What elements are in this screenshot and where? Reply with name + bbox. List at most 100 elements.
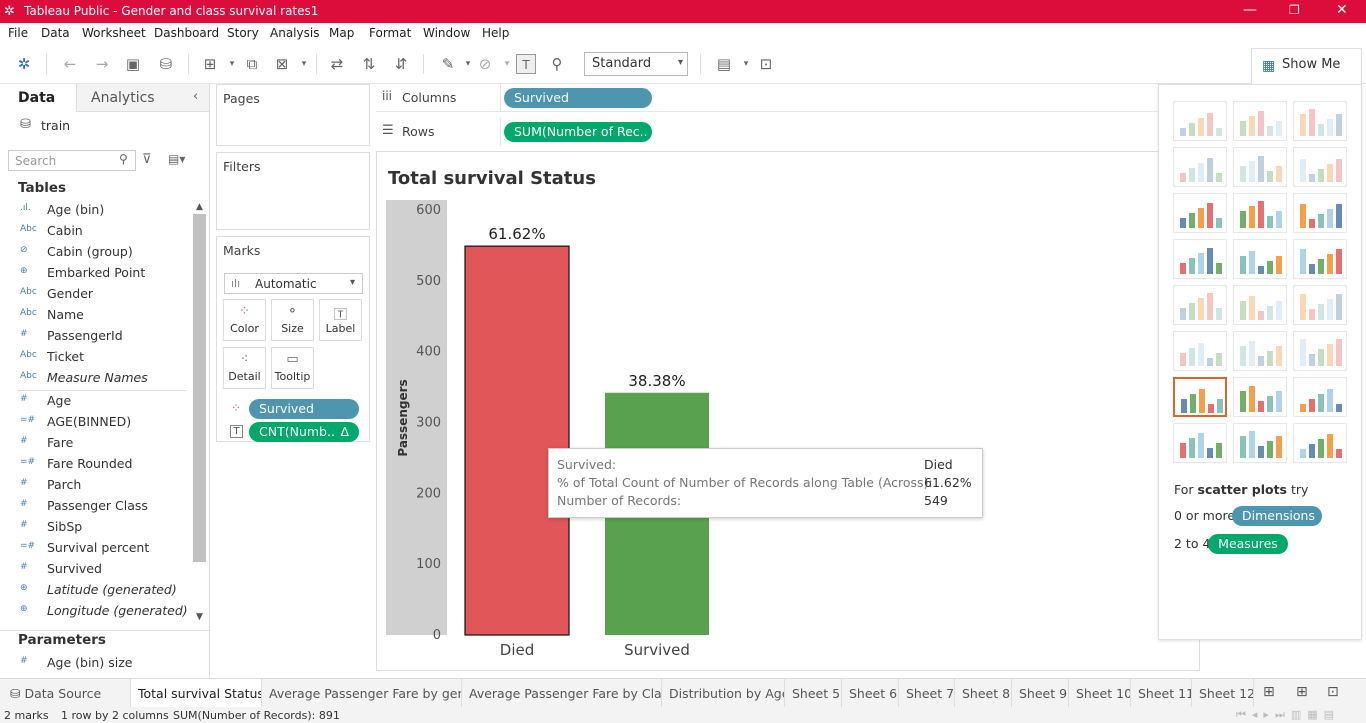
tooltip-button[interactable]: ▭ Tooltip bbox=[271, 347, 314, 389]
sheet-tab[interactable]: Sheet 6 bbox=[842, 679, 899, 708]
columns-pill[interactable]: Survived bbox=[504, 88, 652, 108]
size-button[interactable]: ⚬ Size bbox=[271, 299, 314, 341]
field-item[interactable]: Abc Ticket bbox=[0, 348, 190, 368]
field-item[interactable]: Abc Name bbox=[0, 306, 190, 326]
discrete-lines-icon[interactable] bbox=[1233, 285, 1287, 325]
new-datasource-icon[interactable]: ⛁ bbox=[156, 54, 176, 74]
new-story-icon[interactable]: ⊡ bbox=[1327, 684, 1339, 700]
field-item[interactable]: =# Fare Rounded bbox=[0, 455, 190, 475]
marks-pill-survived[interactable]: Survived bbox=[249, 399, 359, 419]
field-item[interactable]: # Parch bbox=[0, 476, 190, 496]
scroll-down-icon[interactable]: ▼ bbox=[196, 612, 203, 622]
sheet-tab[interactable]: Sheet 9 bbox=[1012, 679, 1069, 708]
menu-file[interactable]: File bbox=[8, 26, 28, 40]
mark-type-select[interactable]: ılı Automatic ▾ bbox=[224, 273, 363, 294]
swap-rows-columns-icon[interactable]: ⇄ bbox=[327, 54, 347, 74]
pie-chart-icon[interactable] bbox=[1293, 147, 1347, 187]
color-button[interactable]: ⁘ Color bbox=[223, 299, 266, 341]
field-item[interactable]: Abc Cabin bbox=[0, 222, 190, 242]
menu-worksheet[interactable]: Worksheet bbox=[82, 26, 146, 40]
dual-lines-icon[interactable] bbox=[1293, 285, 1347, 325]
menu-data[interactable]: Data bbox=[41, 26, 70, 40]
discrete-area-icon[interactable] bbox=[1233, 331, 1287, 371]
menu-format[interactable]: Format bbox=[369, 26, 411, 40]
sheet-tab[interactable]: Distribution by Age bbox=[662, 679, 785, 708]
field-item[interactable]: ⊕ Embarked Point bbox=[0, 264, 190, 284]
field-item[interactable]: Abc Measure Names bbox=[0, 369, 190, 389]
continuous-lines-icon[interactable] bbox=[1173, 285, 1227, 325]
side-by-side-bars-icon[interactable] bbox=[1293, 193, 1347, 233]
field-item[interactable]: # Age bbox=[0, 392, 190, 412]
presentation-mode-icon[interactable]: ⊡ bbox=[756, 54, 776, 74]
save-icon[interactable]: ▣ bbox=[123, 54, 143, 74]
chevron-down-icon[interactable]: ▾ bbox=[222, 54, 242, 74]
highlight-table-icon[interactable] bbox=[1293, 101, 1347, 141]
sheet-tab[interactable]: Total survival Status bbox=[131, 679, 262, 708]
horizontal-bars-icon[interactable] bbox=[1173, 193, 1227, 233]
menu-dashboard[interactable]: Dashboard bbox=[154, 26, 219, 40]
minimize-icon[interactable]: — bbox=[1243, 2, 1257, 18]
sheet-tab[interactable]: Sheet 5 bbox=[785, 679, 842, 708]
tab-analytics[interactable]: Analytics ‹ bbox=[76, 84, 209, 112]
menu-window[interactable]: Window bbox=[423, 26, 470, 40]
collapse-icon[interactable]: ‹ bbox=[193, 89, 198, 104]
chevron-down-icon[interactable]: ▾ bbox=[736, 54, 756, 74]
chevron-down-icon[interactable]: ▾ bbox=[294, 54, 314, 74]
rows-pill[interactable]: SUM(Number of Rec.. bbox=[504, 122, 652, 142]
filter-icon[interactable]: ⊽ bbox=[142, 152, 152, 167]
stacked-bars-icon[interactable] bbox=[1233, 193, 1287, 233]
treemap-icon[interactable] bbox=[1173, 239, 1227, 279]
show-me-button[interactable]: ▦ Show Me bbox=[1251, 48, 1362, 86]
new-dashboard-icon[interactable]: ⊞ bbox=[1296, 684, 1308, 700]
sheet-nav-icon[interactable]: ⏮◂▸⏭▥▦▤ bbox=[1236, 708, 1340, 722]
box-and-whisker-icon[interactable] bbox=[1293, 377, 1347, 417]
side-by-side-circles-icon[interactable] bbox=[1293, 239, 1347, 279]
field-item[interactable]: =# Survival percent bbox=[0, 539, 190, 559]
continuous-area-icon[interactable] bbox=[1173, 331, 1227, 371]
menu-analysis[interactable]: Analysis bbox=[270, 26, 319, 40]
field-item[interactable]: Abc Gender bbox=[0, 285, 190, 305]
packed-bubbles-icon[interactable] bbox=[1293, 423, 1347, 463]
field-item[interactable]: # Fare bbox=[0, 434, 190, 454]
histogram-icon[interactable] bbox=[1233, 377, 1287, 417]
sheet-tab[interactable]: Average Passenger Fare by gen... bbox=[262, 679, 462, 708]
scatter-plot-icon[interactable] bbox=[1173, 377, 1227, 417]
sheet-tab[interactable]: Sheet 12 bbox=[1192, 679, 1254, 708]
fix-axes-icon[interactable]: ⚲ bbox=[547, 54, 567, 74]
chevron-down-icon[interactable]: ▾ bbox=[497, 54, 517, 74]
clear-sheet-icon[interactable]: ⊠ bbox=[272, 54, 292, 74]
sheet-tab[interactable]: Sheet 11 bbox=[1131, 679, 1192, 708]
field-item[interactable]: .ıl. Age (bin) bbox=[0, 201, 190, 221]
group-members-icon[interactable]: ⊘ bbox=[475, 54, 495, 74]
dual-combination-icon[interactable] bbox=[1293, 331, 1347, 371]
sheet-tab[interactable]: Sheet 10 bbox=[1069, 679, 1131, 708]
tableau-home-icon[interactable]: ✲ bbox=[14, 54, 34, 74]
field-item[interactable]: # Survived bbox=[0, 560, 190, 580]
redo-icon[interactable]: → bbox=[92, 54, 112, 74]
sort-ascending-icon[interactable]: ⇅ bbox=[359, 54, 379, 74]
sheet-tab[interactable]: Average Passenger Fare by Class bbox=[462, 679, 662, 708]
parameter-item[interactable]: # Age (bin) size bbox=[0, 654, 190, 674]
filled-map-icon[interactable] bbox=[1233, 147, 1287, 187]
circle-views-icon[interactable] bbox=[1233, 239, 1287, 279]
field-item[interactable]: ⊘ Cabin (group) bbox=[0, 243, 190, 263]
filters-shelf[interactable]: Filters bbox=[216, 152, 370, 230]
highlight-icon[interactable]: ✎ bbox=[438, 54, 458, 74]
menu-help[interactable]: Help bbox=[482, 26, 509, 40]
heat-map-icon[interactable] bbox=[1233, 101, 1287, 141]
data-source-tab[interactable]: ⛁ Data Source bbox=[0, 679, 131, 708]
fit-select[interactable]: Standard ▾ bbox=[584, 52, 688, 76]
scroll-up-icon[interactable]: ▲ bbox=[196, 202, 203, 212]
label-button[interactable]: 🅃 Label bbox=[319, 299, 362, 341]
new-worksheet-icon[interactable]: ⊞ bbox=[1263, 684, 1275, 700]
field-item[interactable]: # Passenger Class bbox=[0, 497, 190, 517]
scrollbar-thumb[interactable] bbox=[193, 214, 206, 562]
field-item[interactable]: # PassengerId bbox=[0, 327, 190, 347]
marks-pill-cnt[interactable]: CNT(Numb.. Δ bbox=[249, 422, 359, 442]
pages-shelf[interactable]: Pages bbox=[216, 84, 370, 146]
sort-descending-icon[interactable]: ⇵ bbox=[391, 54, 411, 74]
sheet-tab[interactable]: Sheet 8 bbox=[955, 679, 1012, 708]
menu-map[interactable]: Map bbox=[329, 26, 354, 40]
menu-story[interactable]: Story bbox=[227, 26, 259, 40]
close-icon[interactable]: ✕ bbox=[1336, 2, 1348, 18]
